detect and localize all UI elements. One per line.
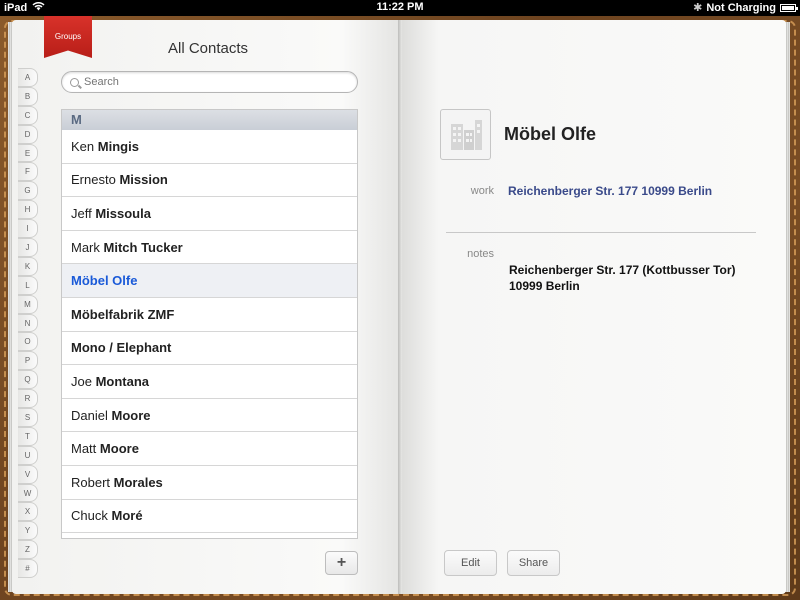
battery-icon (780, 4, 798, 12)
notes-label: notes (467, 248, 494, 260)
contact-last-name: Mono / Elephant (71, 340, 172, 356)
contacts-list: M Ken Mingis Ernesto Mission Jeff Missoula… (61, 109, 358, 539)
add-contact-button[interactable]: + (325, 551, 358, 575)
index-tab[interactable]: X (18, 502, 38, 522)
contact-last-name: Mitch Tucker (103, 239, 183, 255)
index-tab[interactable]: J (18, 238, 38, 257)
edit-button[interactable]: Edit (444, 550, 497, 576)
index-tab[interactable]: V (18, 464, 38, 484)
bluetooth-icon: ✱ (693, 2, 703, 14)
contact-last-name: Moore (99, 441, 139, 457)
index-tab[interactable]: N (18, 313, 38, 333)
contact-row[interactable]: Ken Mingis (62, 130, 357, 164)
search-field[interactable] (61, 71, 358, 93)
index-tab[interactable]: L (18, 275, 38, 295)
contact-last-name: Möbel Olfe (71, 273, 138, 289)
contact-row[interactable]: Mono / Elephant (62, 332, 357, 366)
contact-first-name: Robert (71, 474, 111, 490)
index-tab[interactable]: Z (18, 540, 38, 560)
notes-line: 10999 Berlin (509, 279, 580, 293)
index-tab[interactable]: S (18, 408, 38, 427)
index-tab[interactable]: H (18, 200, 38, 220)
divider (446, 232, 756, 233)
share-button[interactable]: Share (507, 550, 560, 576)
alphabet-index[interactable]: A B C D E F G H I J K L M N O P Q R S T U V W X Y Z # (18, 68, 38, 579)
contact-row[interactable]: Jeff Missoula (62, 197, 357, 231)
notes-text: Reichenberger Str. 177 (Kottbusser Tor) … (509, 262, 736, 294)
contact-row[interactable]: Möbel Olfe (62, 264, 357, 298)
contact-first-name: Chuck (71, 508, 108, 524)
index-tab[interactable]: A (18, 68, 38, 87)
index-tab[interactable]: B (18, 86, 38, 106)
contact-row[interactable]: Mark Mitch Tucker (62, 231, 357, 265)
contact-first-name: Matt (71, 441, 97, 457)
index-tab[interactable]: M (18, 294, 38, 314)
contact-row[interactable]: Möbelfabrik ZMF (62, 298, 357, 332)
index-tab[interactable]: C (18, 105, 38, 125)
contact-last-name: Mission (119, 172, 168, 188)
work-address[interactable]: Reichenberger Str. 177 10999 Berlin (508, 184, 712, 198)
search-input[interactable] (84, 76, 344, 88)
contact-first-name: Daniel (71, 407, 108, 423)
charging-status: Not Charging (706, 1, 776, 14)
contact-photo[interactable] (440, 109, 491, 160)
contact-last-name: Missoula (95, 205, 151, 221)
contact-name: Möbel Olfe (504, 124, 597, 144)
contact-last-name: Montana (95, 373, 150, 389)
contact-first-name: Mark (71, 239, 100, 255)
contact-first-name: Joe (71, 373, 92, 389)
index-tab[interactable]: W (18, 483, 38, 503)
index-tab[interactable]: O (18, 332, 38, 352)
contact-first-name: Ken (71, 138, 95, 154)
contact-row[interactable]: Chuck Moré (62, 500, 357, 534)
book-spine (398, 20, 402, 594)
contact-row[interactable]: Joe Montana (62, 365, 357, 399)
work-label: work (470, 185, 494, 197)
contact-row[interactable]: Daniel Moore (62, 399, 357, 433)
contact-last-name: Morales (113, 474, 163, 490)
index-tab[interactable]: G (18, 181, 38, 201)
index-tab[interactable]: # (18, 559, 38, 579)
notes-line: Reichenberger Str. 177 (Kottbusser Tor) (509, 263, 736, 277)
contact-row[interactable]: Matt Moore (62, 432, 357, 466)
status-bar: iPad 11:22 PM ✱ Not Charging (0, 0, 800, 16)
index-tab[interactable]: Q (18, 370, 38, 390)
building-icon (450, 119, 482, 150)
contact-last-name: Moré (111, 508, 143, 524)
index-tab[interactable]: R (18, 389, 38, 409)
page-title: All Contacts (168, 40, 249, 57)
contact-last-name: Möbelfabrik ZMF (71, 306, 175, 322)
index-tab[interactable]: F (18, 162, 38, 182)
index-tab[interactable]: I (18, 219, 38, 239)
contact-last-name: Mingis (97, 138, 139, 154)
contact-row[interactable]: Robert Morales (62, 466, 357, 500)
search-icon (70, 77, 79, 87)
section-header: M (62, 110, 357, 130)
index-tab[interactable]: Y (18, 521, 38, 541)
index-tab[interactable]: E (18, 143, 38, 163)
index-tab[interactable]: U (18, 445, 38, 465)
contact-first-name: Jeff (71, 205, 92, 221)
status-time: 11:22 PM (376, 1, 424, 13)
index-tab[interactable]: D (18, 124, 38, 144)
index-tab[interactable]: T (18, 426, 38, 446)
contact-last-name: Moore (111, 407, 151, 423)
index-tab[interactable]: P (18, 351, 38, 371)
index-tab[interactable]: K (18, 256, 38, 276)
contact-row[interactable]: Ernesto Mission (62, 164, 357, 198)
right-page (400, 20, 786, 594)
contact-first-name: Ernesto (71, 172, 116, 188)
